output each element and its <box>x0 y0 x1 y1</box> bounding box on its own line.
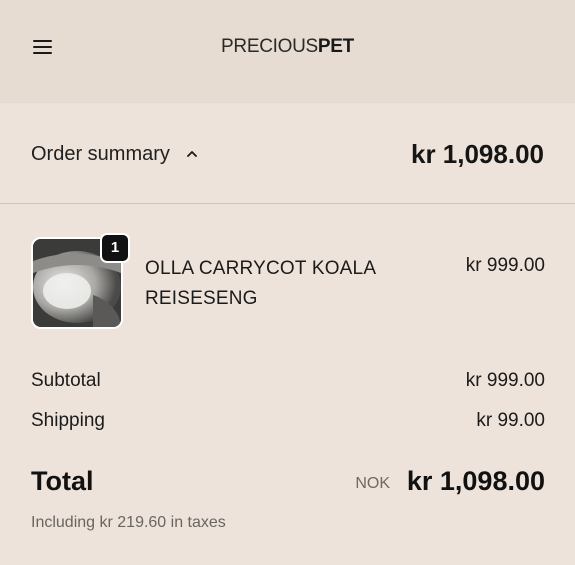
order-summary-total: kr 1,098.00 <box>410 139 544 169</box>
site-header: PRECIOUSPET <box>0 0 575 102</box>
product-thumbnail-wrapper: 1 <box>31 233 130 329</box>
subtotal-label: Subtotal <box>31 370 101 391</box>
total-label: Total <box>31 466 94 496</box>
chevron-up-icon <box>187 151 197 157</box>
logo-text-bold: PET <box>317 36 354 57</box>
quantity-badge: 1 <box>100 233 130 263</box>
total-row: Total NOK kr 1,098.00 <box>31 465 545 499</box>
product-price: kr 999.00 <box>465 255 545 276</box>
taxes-note: Including kr 219.60 in taxes <box>31 514 226 531</box>
order-summary-toggle[interactable]: Order summary kr 1,098.00 <box>0 102 575 204</box>
site-logo[interactable]: PRECIOUSPET <box>0 36 575 58</box>
product-name: OLLA CARRYCOT KOALA REISESENG <box>145 258 376 309</box>
line-item: 1 OLLA CARRYCOT KOALA REISESENG kr 999.0… <box>31 233 545 329</box>
logo-text-thin: PRECIOUS <box>221 36 318 57</box>
subtotal-row: Subtotal kr 999.00 <box>31 368 545 394</box>
order-summary-label: Order summary <box>31 143 170 165</box>
shipping-value: kr 99.00 <box>476 410 545 431</box>
subtotal-value: kr 999.00 <box>465 370 545 391</box>
shipping-label: Shipping <box>31 410 105 431</box>
total-amount: kr 1,098.00 <box>406 466 545 496</box>
currency-code: NOK <box>355 475 390 492</box>
shipping-row: Shipping kr 99.00 <box>31 408 545 434</box>
